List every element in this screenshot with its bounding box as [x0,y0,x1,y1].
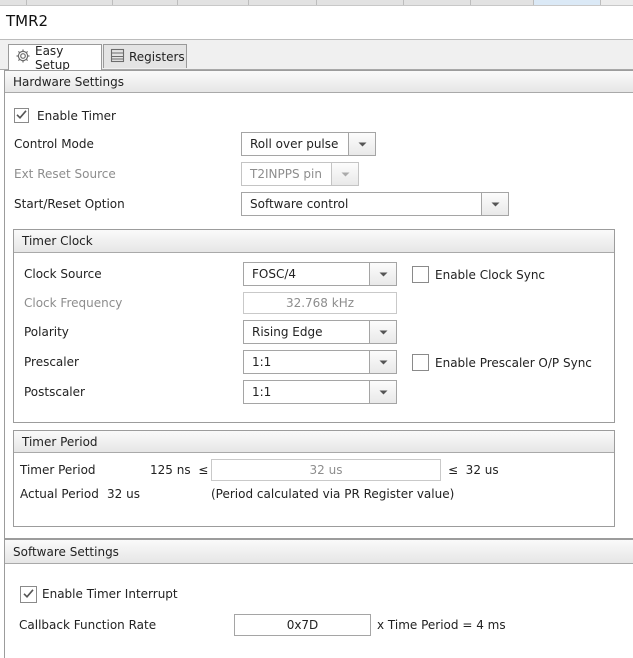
checkmark-icon [22,587,35,603]
clock-source-label: Clock Source [24,267,102,281]
editor-tab[interactable] [0,0,27,5]
start-reset-option-label: Start/Reset Option [14,197,125,211]
registers-icon [110,48,125,66]
tab-label: Registers [129,49,185,64]
tab-registers[interactable]: Registers [103,44,187,68]
timer-period-input[interactable]: 32 us [211,459,441,481]
actual-period-value: 32 us [107,487,140,501]
chevron-down-icon[interactable] [369,321,396,343]
tab-easy-setup[interactable]: Easy Setup [8,43,102,72]
enable-timer-checkbox[interactable] [14,108,29,123]
callback-rate-input[interactable]: 0x7D [234,614,371,636]
enable-clock-sync-label: Enable Clock Sync [435,268,546,282]
clock-source-dropdown[interactable]: FOSC/4 [243,262,397,286]
editor-tab-strip [0,0,633,6]
dropdown-value: FOSC/4 [252,267,297,281]
section-header-timer-clock: Timer Clock [14,230,614,253]
dropdown-value: Roll over pulse [250,137,339,151]
control-mode-dropdown[interactable]: Roll over pulse [241,132,376,156]
ext-reset-source-label: Ext Reset Source [14,167,116,181]
chevron-down-icon[interactable] [348,133,375,155]
prescaler-label: Prescaler [24,355,79,369]
start-reset-option-dropdown[interactable]: Software control [241,192,509,216]
chevron-down-icon[interactable] [331,163,358,185]
dropdown-value: T2INPPS pin [250,167,322,181]
editor-tab[interactable] [404,0,471,5]
chevron-down-icon[interactable] [369,381,396,403]
editor-tab[interactable] [178,0,249,5]
period-note: (Period calculated via PR Register value… [211,487,455,501]
editor-tab[interactable] [471,0,534,5]
editor-tab[interactable] [317,0,404,5]
polarity-dropdown[interactable]: Rising Edge [243,320,397,344]
enable-timer-interrupt-label: Enable Timer Interrupt [42,587,178,601]
chevron-down-icon[interactable] [481,193,508,215]
postscaler-label: Postscaler [24,385,85,399]
dropdown-value: Software control [250,197,349,211]
timer-period-label: Timer Period [20,463,96,477]
window-title: TMR2 [6,12,49,30]
timer-period-max: ≤ 32 us [448,463,499,477]
timer-period-min: 125 ns ≤ [150,463,209,477]
enable-timer-label: Enable Timer [37,109,116,123]
callback-rate-suffix: x Time Period = 4 ms [377,618,506,632]
editor-tab[interactable] [113,0,178,5]
clock-frequency-label: Clock Frequency [24,296,123,310]
ext-reset-source-dropdown[interactable]: T2INPPS pin [241,162,359,186]
enable-prescaler-sync-checkbox[interactable] [412,354,429,371]
tab-label: Easy Setup [35,43,70,72]
prescaler-dropdown[interactable]: 1:1 [243,350,397,374]
dropdown-value: 1:1 [252,385,272,399]
gear-icon [15,48,31,67]
editor-tab-active[interactable] [534,0,601,5]
editor-tab[interactable] [27,0,113,5]
enable-clock-sync-checkbox[interactable] [412,266,429,283]
chevron-down-icon[interactable] [369,263,396,285]
postscaler-dropdown[interactable]: 1:1 [243,380,397,404]
section-header-timer-period: Timer Period [14,431,614,453]
tab-bar: Easy Setup Registers [0,40,633,72]
clock-frequency-field: 32.768 kHz [243,292,397,314]
section-header-hardware: Hardware Settings [5,71,633,93]
chevron-down-icon[interactable] [369,351,396,373]
editor-tab[interactable] [249,0,317,5]
actual-period-label: Actual Period [20,487,99,501]
dropdown-value: 1:1 [252,355,272,369]
dropdown-value: Rising Edge [252,325,323,339]
enable-timer-interrupt-checkbox[interactable] [20,586,37,603]
enable-prescaler-sync-label: Enable Prescaler O/P Sync [435,356,592,370]
callback-rate-label: Callback Function Rate [19,618,157,632]
polarity-label: Polarity [24,325,69,339]
section-header-software: Software Settings [5,540,633,564]
checkmark-icon [15,108,28,124]
control-mode-label: Control Mode [14,137,94,151]
